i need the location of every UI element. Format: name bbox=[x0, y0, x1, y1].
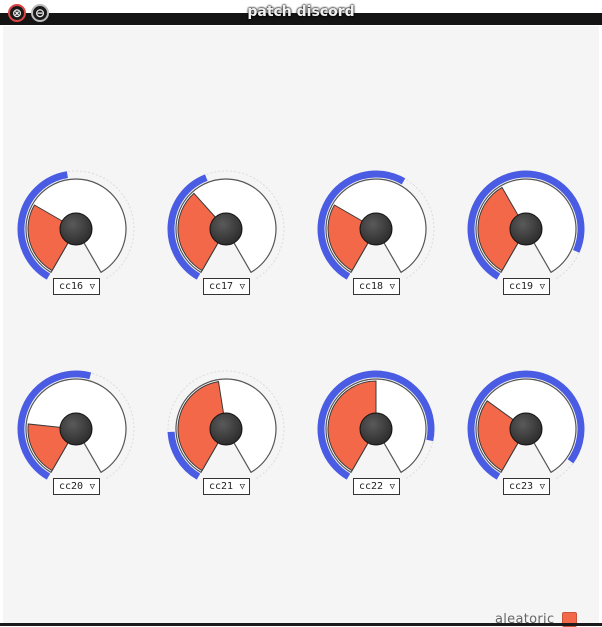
dial-cc17[interactable] bbox=[163, 166, 289, 294]
dial-graphic[interactable] bbox=[313, 166, 439, 294]
cc-selector-label: cc19 bbox=[509, 281, 534, 292]
dial-graphic[interactable] bbox=[463, 366, 589, 494]
dial-graphic[interactable] bbox=[163, 166, 289, 294]
patch-panel: aleatoric cc16 ▽ cc17 ▽ cc18 ▽ cc19 ▽ cc20 ▽ cc21 ▽… bbox=[3, 26, 599, 627]
cc-selector-cc23[interactable]: cc23 ▽ bbox=[503, 478, 550, 495]
dial-cc23[interactable] bbox=[463, 366, 589, 494]
triangle-down-icon: ▽ bbox=[89, 481, 95, 492]
cc-selector-cc16[interactable]: cc16 ▽ bbox=[53, 278, 100, 295]
dial-graphic[interactable] bbox=[313, 366, 439, 494]
dial-cc20[interactable] bbox=[13, 366, 139, 494]
dial-graphic[interactable] bbox=[463, 166, 589, 294]
cc-selector-cc17[interactable]: cc17 ▽ bbox=[203, 278, 250, 295]
dial-knob bbox=[359, 212, 393, 246]
dial-cc19[interactable] bbox=[463, 166, 589, 294]
dial-knob bbox=[59, 212, 93, 246]
triangle-down-icon: ▽ bbox=[539, 281, 545, 292]
cc-selector-label: cc17 bbox=[209, 281, 234, 292]
title-bar: ⊗ ⊖ patch discord bbox=[0, 0, 602, 26]
cc-selector-label: cc21 bbox=[209, 481, 234, 492]
dial-knob bbox=[509, 212, 543, 246]
dial-knob bbox=[209, 412, 243, 446]
triangle-down-icon: ▽ bbox=[539, 481, 545, 492]
dial-knob bbox=[209, 212, 243, 246]
cc-selector-label: cc18 bbox=[359, 281, 384, 292]
cc-selector-cc22[interactable]: cc22 ▽ bbox=[353, 478, 400, 495]
window-title: patch discord bbox=[247, 4, 355, 20]
dial-graphic[interactable] bbox=[13, 166, 139, 294]
dial-cc21[interactable] bbox=[163, 366, 289, 494]
triangle-down-icon: ▽ bbox=[239, 481, 245, 492]
dial-graphic[interactable] bbox=[163, 366, 289, 494]
triangle-down-icon: ▽ bbox=[389, 281, 395, 292]
dial-knob bbox=[509, 412, 543, 446]
cc-selector-label: cc16 bbox=[59, 281, 84, 292]
triangle-down-icon: ▽ bbox=[239, 281, 245, 292]
cc-selector-label: cc23 bbox=[509, 481, 534, 492]
dial-cc22[interactable] bbox=[313, 366, 439, 494]
triangle-down-icon: ▽ bbox=[389, 481, 395, 492]
triangle-down-icon: ▽ bbox=[89, 281, 95, 292]
cc-selector-label: cc22 bbox=[359, 481, 384, 492]
cc-selector-cc20[interactable]: cc20 ▽ bbox=[53, 478, 100, 495]
cc-selector-label: cc20 bbox=[59, 481, 84, 492]
dial-cc16[interactable] bbox=[13, 166, 139, 294]
dial-knob bbox=[59, 412, 93, 446]
dial-graphic[interactable] bbox=[13, 366, 139, 494]
cc-selector-cc18[interactable]: cc18 ▽ bbox=[353, 278, 400, 295]
dial-cc18[interactable] bbox=[313, 166, 439, 294]
dial-knob bbox=[359, 412, 393, 446]
cc-selector-cc21[interactable]: cc21 ▽ bbox=[203, 478, 250, 495]
cc-selector-cc19[interactable]: cc19 ▽ bbox=[503, 278, 550, 295]
